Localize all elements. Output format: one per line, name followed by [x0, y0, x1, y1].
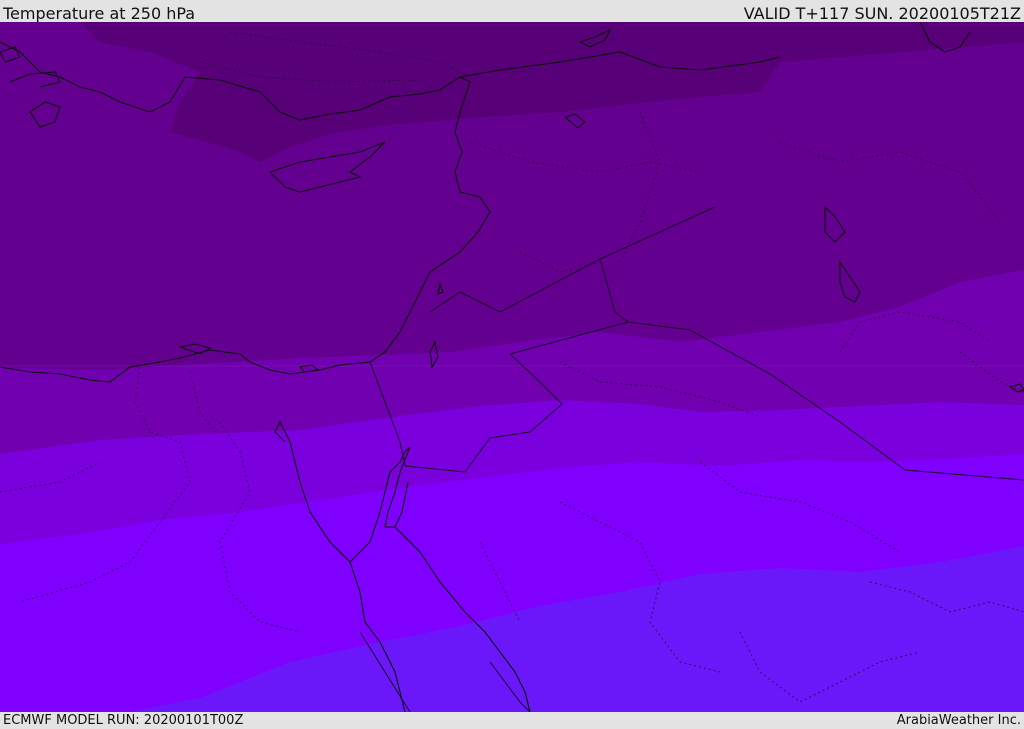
valid-time: VALID T+117 SUN. 20200105T21Z	[743, 4, 1021, 23]
header-bar: Temperature at 250 hPa VALID T+117 SUN. …	[0, 0, 1024, 23]
temperature-bands	[0, 22, 1024, 712]
weather-map-page: Temperature at 250 hPa VALID T+117 SUN. …	[0, 0, 1024, 729]
map-title: Temperature at 250 hPa	[3, 4, 196, 23]
footer-bar: ECMWF MODEL RUN: 20200101T00Z ArabiaWeat…	[0, 712, 1024, 729]
temperature-map	[0, 22, 1024, 712]
model-run-text: ECMWF MODEL RUN: 20200101T00Z	[3, 713, 244, 728]
credit-text: ArabiaWeather Inc.	[896, 713, 1021, 728]
